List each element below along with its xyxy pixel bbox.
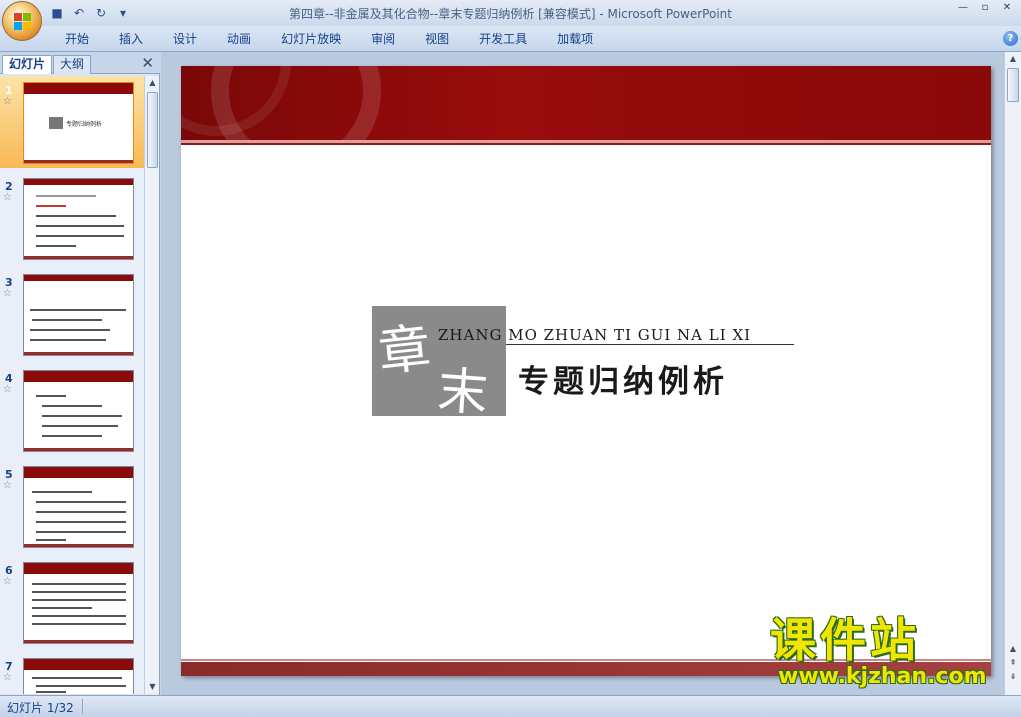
- slide-preview: [23, 562, 134, 644]
- chapter-seal-image[interactable]: 章 末: [372, 306, 506, 423]
- watermark-text: 课件站: [770, 613, 920, 667]
- seal-thumbnail: [49, 117, 63, 129]
- pane-tabs: 幻灯片 大纲 ✕: [0, 52, 160, 74]
- tab-outline[interactable]: 大纲: [53, 55, 92, 74]
- office-logo-icon: [14, 13, 32, 31]
- watermark-url: www.kjzhan.com: [778, 664, 987, 689]
- tab-addins[interactable]: 加载项: [542, 30, 608, 48]
- thumbnail-scrollbar[interactable]: ▲ ▼: [144, 76, 159, 694]
- prev-slide-icon[interactable]: ⇞: [1005, 656, 1021, 670]
- window-title: 第四章--非金属及其化合物--章末专题归纳例析 [兼容模式] - Microso…: [289, 7, 732, 21]
- scroll-up-icon[interactable]: ▲: [145, 76, 160, 90]
- slide-thumbnail[interactable]: 7 ☆: [0, 652, 144, 694]
- slide-preview: [23, 274, 134, 356]
- editor-scrollbar[interactable]: ▲ ▲ ⇞ ⇟: [1004, 52, 1021, 695]
- tab-animations[interactable]: 动画: [212, 30, 266, 48]
- tab-slide-show[interactable]: 幻灯片放映: [266, 30, 356, 48]
- slide-header-band: [181, 66, 991, 176]
- pinyin-subtitle[interactable]: ZHANG MO ZHUAN TI GUI NA LI XI: [438, 326, 751, 344]
- seal-char: 章: [375, 318, 434, 384]
- slide-canvas[interactable]: 章 末 ZHANG MO ZHUAN TI GUI NA LI XI 专题归纳例…: [181, 66, 991, 676]
- animation-star-icon: ☆: [3, 672, 12, 683]
- underline-divider: [506, 344, 794, 345]
- slide-preview-title: 专题归纳例析: [66, 121, 103, 128]
- next-slide-icon[interactable]: ⇟: [1005, 670, 1021, 684]
- watermark-logo: 课件站 www.kjzhan.com: [770, 616, 987, 689]
- slide-thumbnail[interactable]: 6 ☆: [0, 556, 144, 648]
- scroll-up-icon[interactable]: ▲: [1005, 642, 1021, 656]
- tab-insert[interactable]: 插入: [104, 30, 158, 48]
- ribbon-tabs: 开始 插入 设计 动画 幻灯片放映 审阅 视图 开发工具 加载项: [50, 30, 608, 48]
- tab-home[interactable]: 开始: [50, 30, 104, 48]
- help-icon[interactable]: ?: [1003, 31, 1018, 46]
- slide-thumbnail[interactable]: 4 ☆: [0, 364, 144, 456]
- minimize-button[interactable]: —: [953, 2, 973, 14]
- slide-thumbnail[interactable]: 2 ☆: [0, 172, 144, 264]
- tab-design[interactable]: 设计: [158, 30, 212, 48]
- window-controls: — ▫ ✕: [953, 2, 1017, 14]
- tab-view[interactable]: 视图: [410, 30, 464, 48]
- slide-preview: [23, 370, 134, 452]
- scroll-up-icon[interactable]: ▲: [1005, 52, 1021, 66]
- animation-star-icon: ☆: [3, 288, 12, 299]
- slide-counter: 幻灯片 1/32: [7, 701, 74, 715]
- tab-review[interactable]: 审阅: [356, 30, 410, 48]
- slide-preview: [23, 658, 134, 694]
- office-button[interactable]: [2, 1, 42, 41]
- restore-button[interactable]: ▫: [975, 2, 995, 14]
- seal-char: 末: [435, 361, 490, 423]
- slide-thumbnail-list: 1 ☆ 专题归纳例析 2 ☆ 3 ☆ 4 ☆ 5 ☆ 6 ☆ 7 ☆: [0, 76, 144, 694]
- slides-pane: 幻灯片 大纲 ✕ 1 ☆ 专题归纳例析 2 ☆ 3 ☆ 4 ☆ 5 ☆ 6 ☆ …: [0, 52, 160, 695]
- status-bar: 幻灯片 1/32: [0, 695, 1021, 717]
- tab-slides[interactable]: 幻灯片: [2, 55, 53, 74]
- slide-title[interactable]: 专题归纳例析: [518, 356, 728, 401]
- animation-star-icon: ☆: [3, 96, 12, 107]
- tab-developer[interactable]: 开发工具: [464, 30, 542, 48]
- animation-star-icon: ☆: [3, 480, 12, 491]
- slide-preview: [23, 178, 134, 260]
- title-bar: ■ ↶ ↻ ▾ 第四章--非金属及其化合物--章末专题归纳例析 [兼容模式] -…: [0, 0, 1021, 41]
- animation-star-icon: ☆: [3, 192, 12, 203]
- slide-editor: 章 末 ZHANG MO ZHUAN TI GUI NA LI XI 专题归纳例…: [161, 52, 1004, 695]
- scroll-thumb[interactable]: [147, 92, 158, 168]
- ribbon-bar: 开始 插入 设计 动画 幻灯片放映 审阅 视图 开发工具 加载项 ?: [0, 26, 1021, 52]
- scroll-thumb[interactable]: [1007, 68, 1019, 102]
- slide-preview: [23, 466, 134, 548]
- close-icon[interactable]: ✕: [141, 54, 154, 72]
- animation-star-icon: ☆: [3, 384, 12, 395]
- slide-preview: 专题归纳例析: [23, 82, 134, 164]
- slide-thumbnail[interactable]: 5 ☆: [0, 460, 144, 552]
- slide-thumbnail[interactable]: 3 ☆: [0, 268, 144, 360]
- close-button[interactable]: ✕: [997, 2, 1017, 14]
- animation-star-icon: ☆: [3, 576, 12, 587]
- scroll-down-icon[interactable]: ▼: [145, 680, 160, 694]
- slide-thumbnail[interactable]: 1 ☆ 专题归纳例析: [0, 76, 144, 168]
